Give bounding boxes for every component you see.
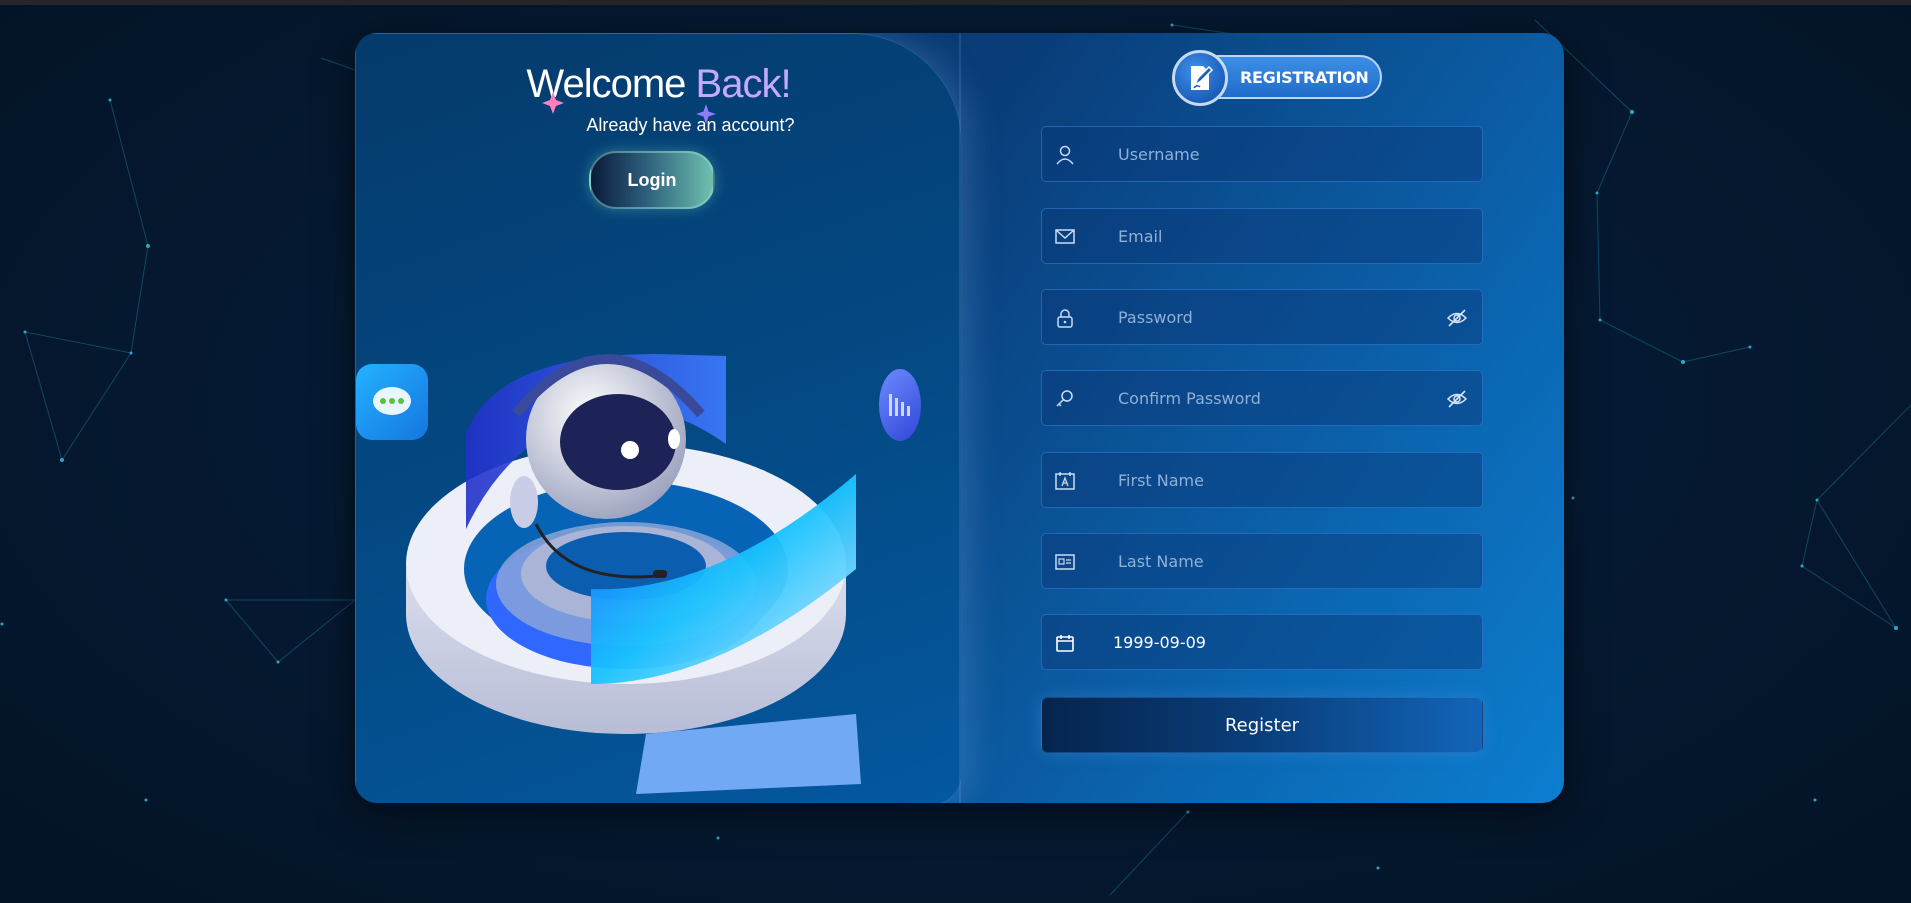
mail-icon [1055,229,1075,244]
welcome-heading: Welcome Back! [356,62,961,107]
email-field[interactable]: Email [1041,208,1483,264]
eye-off-icon[interactable] [1446,307,1468,329]
confirm-password-field[interactable]: Confirm Password [1041,370,1483,426]
first-name-placeholder: First Name [1118,471,1204,490]
edit-document-icon [1172,50,1228,106]
password-field[interactable]: Password [1041,289,1483,345]
birthdate-value: 1999-09-09 [1113,633,1206,652]
welcome-panel: Welcome Back! Already have an account? L… [355,33,962,803]
calendar-icon [1056,635,1074,652]
registration-badge: REGISTRATION [1172,50,1384,106]
astronaut-illustration [406,354,861,794]
eye-off-icon[interactable] [1446,388,1468,410]
name-card-icon [1055,472,1075,490]
audio-bars-icon [879,369,921,441]
password-placeholder: Password [1118,308,1193,327]
last-name-placeholder: Last Name [1118,552,1204,571]
birthdate-field[interactable]: 1999-09-09 [1041,614,1483,670]
panel-divider [959,33,961,803]
username-placeholder: Username [1118,145,1200,164]
auth-card: Welcome Back! Already have an account? L… [355,33,1564,803]
key-icon [1056,390,1073,407]
login-button[interactable]: Login [589,151,715,209]
confirm-password-placeholder: Confirm Password [1118,389,1261,408]
login-prompt: Already have an account? [586,115,795,135]
register-button[interactable]: Register [1041,697,1483,753]
lock-icon [1057,309,1073,328]
email-placeholder: Email [1118,227,1163,246]
username-field[interactable]: Username [1041,126,1483,182]
pink-sparkle-icon [542,92,564,114]
user-icon [1056,145,1074,165]
id-card-icon [1055,554,1075,570]
first-name-field[interactable]: First Name [1041,452,1483,508]
back-word: Back! [695,62,792,106]
last-name-field[interactable]: Last Name [1041,533,1483,589]
chat-bubble-icon [356,364,428,440]
